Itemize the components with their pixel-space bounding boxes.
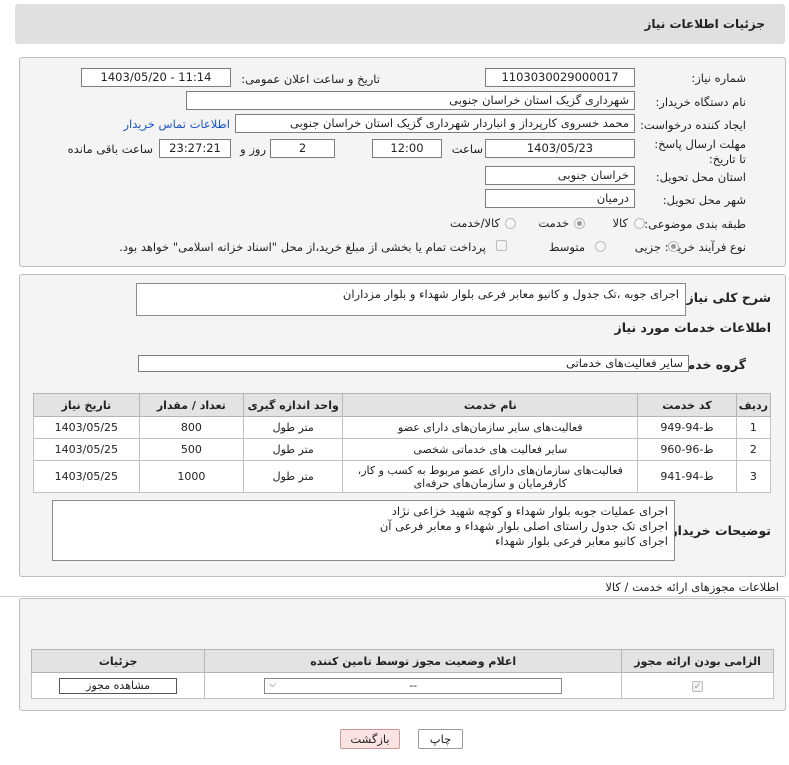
category-option-service: خدمت [538,216,569,230]
buyer-note-line: اجرای تک جدول راستای اصلی بلوار شهداء و … [379,519,668,533]
province-label: استان محل تحویل: [655,170,746,184]
col-service-code: کد خدمت [637,393,737,417]
permits-header-row: الزامی بودن ارائه مجوز اعلام وضعیت مجوز … [30,649,774,673]
process-radio-minor[interactable] [668,241,679,252]
category-radio-goods-service[interactable] [505,218,516,229]
process-radio-medium[interactable] [595,241,606,252]
treasury-checkbox[interactable] [496,240,507,251]
permit-status-select[interactable]: ⌵ -- [264,677,563,694]
col-quantity: تعداد / مقدار [138,393,245,417]
buyer-notes-label: توضیحات خریدار: [665,523,771,538]
service-name: فعالیت‌های سازمان‌های دارای عضو مربوط به… [342,460,639,493]
summary-label: شرح کلی نیاز: [681,290,771,305]
service-code: ط-94-941 [637,460,737,493]
announce-label: تاریخ و ساعت اعلان عمومی: [241,72,380,86]
city-label: شهر محل تحویل: [662,193,746,207]
remaining-label: ساعت باقی مانده [67,142,153,156]
permit-status-value: -- [409,678,418,692]
col-need-date: تاریخ نیاز [33,393,140,417]
row-number: 2 [735,438,772,461]
table-row: 1 ط-94-949 فعالیت‌های سایر سازمان‌های دا… [33,416,772,439]
page-title: جزئیات اطلاعات نیاز [644,17,765,31]
deadline-time-field: 12:00 [372,139,442,158]
col-permit-required: الزامی بودن ارائه مجوز [621,649,774,673]
category-label: طبقه بندی موضوعی: [644,217,746,231]
col-permit-details: جزئیات [30,649,206,673]
category-radio-goods[interactable] [634,218,645,229]
creator-field: محمد خسروی کارپرداز و انباردار شهرداری گ… [235,114,635,133]
deadline-date-field: 1403/05/23 [485,139,635,158]
buyer-org-field: شهرداری گزیک استان خراسان جنوبی [186,91,635,110]
city-field: درمیان [485,189,635,208]
days-field: 2 [270,139,335,158]
view-permit-button[interactable]: مشاهده مجوز [59,677,178,694]
days-label: روز و [240,142,266,156]
category-option-goods-service: کالا/خدمت [449,216,500,230]
creator-label: ایجاد کننده درخواست: [640,118,746,132]
permit-required-checkbox[interactable]: ✓ [692,680,704,692]
col-service-name: نام خدمت [342,393,639,417]
need-date: 1403/05/25 [33,460,140,493]
process-option-medium: متوسط [548,240,585,254]
announce-field: 1403/05/20 - 11:14 [81,68,231,87]
quantity: 500 [138,438,245,461]
unit: متر طول [243,460,344,493]
col-unit: واحد اندازه گیری [243,393,344,417]
deadline-label: مهلت ارسال پاسخ: تا تاریخ: [654,137,746,166]
back-button[interactable]: بازگشت [340,729,400,749]
buyer-notes-field: اجرای عملیات جوبه بلوار شهداء و کوچه شهی… [52,500,675,561]
need-number-label: شماره نیاز: [691,71,746,85]
col-permit-status: اعلام وضعیت مجوز توسط تامین کننده [204,649,623,673]
service-name: فعالیت‌های سایر سازمان‌های دارای عضو [342,416,639,439]
permit-status-cell: ⌵ -- [204,672,623,699]
row-number: 1 [735,416,772,439]
table-header-row: ردیف کد خدمت نام خدمت واحد اندازه گیری ت… [33,393,772,417]
chevron-down-icon: ⌵ [269,679,276,690]
unit: متر طول [243,416,344,439]
permit-required-cell: ✓ [621,672,774,699]
category-option-goods: کالا [612,216,628,230]
service-group-field: سایر فعالیت‌های خدماتی [138,355,689,372]
table-row: 3 ط-94-941 فعالیت‌های سازمان‌های دارای ع… [33,460,772,493]
service-code: ط-96-960 [637,438,737,461]
service-name: سایر فعالیت های خدماتی شخصی [342,438,639,461]
summary-field: اجرای جوبه ،تک جدول و کانیو معابر فرعی ب… [136,283,686,316]
table-row: 2 ط-96-960 سایر فعالیت های خدماتی شخصی م… [33,438,772,461]
buyer-note-line: اجرای عملیات جوبه بلوار شهداء و کوچه شهی… [391,504,668,518]
province-field: خراسان جنوبی [485,166,635,185]
buyer-note-line: اجرای کانیو معابر فرعی بلوار شهداء [494,534,668,548]
treasury-note: پرداخت تمام یا بخشی از مبلغ خرید،از محل … [119,240,486,254]
category-radio-service[interactable] [574,218,585,229]
permits-title: اطلاعات مجوزهای ارائه خدمت / کالا [605,580,779,594]
divider [0,596,789,597]
unit: متر طول [243,438,344,461]
buyer-contact-link[interactable]: اطلاعات تماس خریدار [123,117,230,131]
page-header: جزئیات اطلاعات نیاز [15,4,785,44]
process-option-minor: جزیی [634,240,661,254]
services-table: ردیف کد خدمت نام خدمت واحد اندازه گیری ت… [33,393,772,493]
quantity: 1000 [138,460,245,493]
services-title: اطلاعات خدمات مورد نیاز [614,320,772,335]
need-date: 1403/05/25 [33,416,140,439]
table-row: ✓ ⌵ -- مشاهده مجوز [30,672,774,699]
permit-details-cell: مشاهده مجوز [30,672,206,699]
col-row-number: ردیف [735,393,772,417]
time-label: ساعت [451,142,483,156]
need-date: 1403/05/25 [33,438,140,461]
need-number-field: 1103030029000017 [485,68,635,87]
print-button[interactable]: چاپ [418,729,463,749]
remaining-time-field: 23:27:21 [159,139,231,158]
service-code: ط-94-949 [637,416,737,439]
row-number: 3 [735,460,772,493]
buyer-org-label: نام دستگاه خریدار: [655,95,746,109]
permits-table: الزامی بودن ارائه مجوز اعلام وضعیت مجوز … [30,649,774,699]
quantity: 800 [138,416,245,439]
